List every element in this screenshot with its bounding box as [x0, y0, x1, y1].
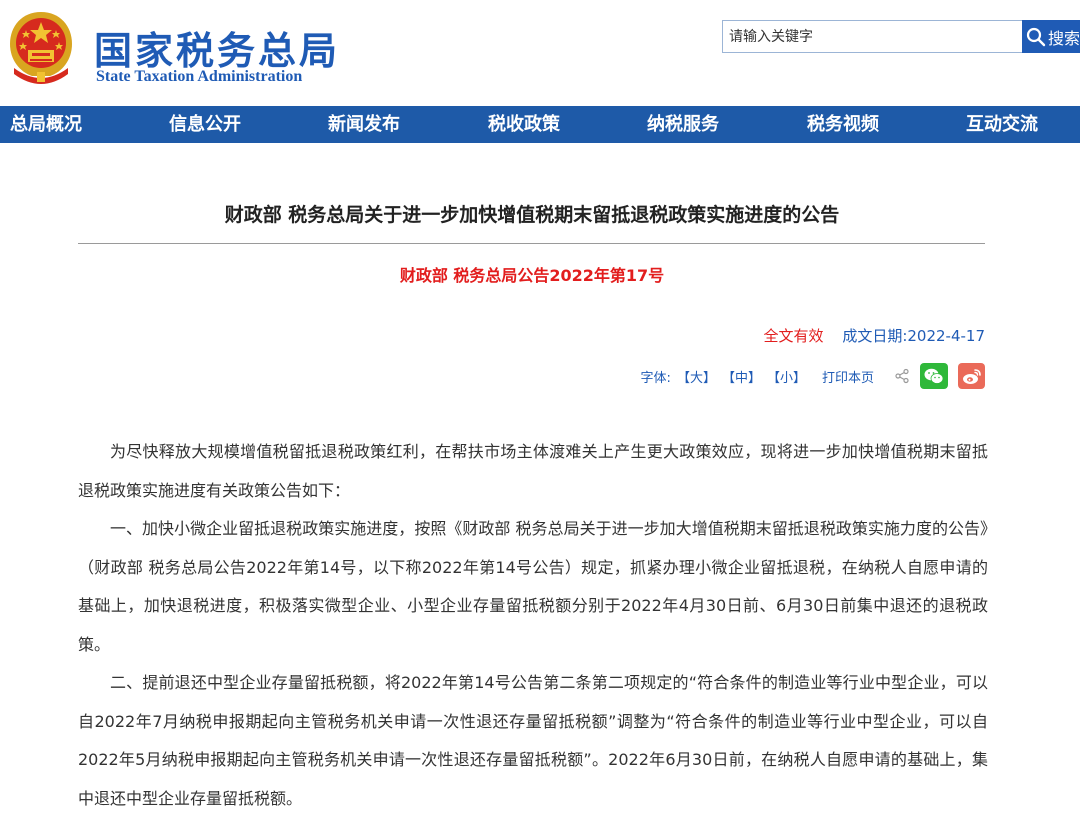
article-body: 为尽快释放大规模增值税留抵退税政策红利，在帮扶市场主体渡难关上产生更大政策效应，…: [78, 433, 988, 818]
search-input[interactable]: [722, 20, 1022, 53]
print-page-button[interactable]: 打印本页: [822, 367, 874, 386]
issue-date: 成文日期:2022-4-17: [842, 327, 985, 345]
font-size-label: 字体:: [640, 370, 671, 386]
share-icon[interactable]: [894, 368, 910, 384]
nav-item-interaction[interactable]: 互动交流: [966, 106, 1038, 143]
search-icon: [1026, 27, 1046, 46]
validity-status: 全文有效: [763, 327, 824, 345]
font-size-large-button[interactable]: 【大】: [677, 367, 716, 386]
main-nav: 总局概况 信息公开 新闻发布 税收政策 纳税服务 税务视频 互动交流: [0, 106, 1080, 143]
site-logo-subtitle[interactable]: State Taxation Administration: [96, 68, 302, 86]
font-size-small-button[interactable]: 【小】: [767, 367, 806, 386]
site-header: 国家税务总局 State Taxation Administration 搜索: [0, 0, 1080, 103]
nav-item-tax-video[interactable]: 税务视频: [807, 106, 879, 143]
nav-item-tax-policy[interactable]: 税收政策: [488, 106, 560, 143]
article-paragraph: 为尽快释放大规模增值税留抵退税政策红利，在帮扶市场主体渡难关上产生更大政策效应，…: [78, 442, 988, 500]
article-paragraph: 一、加快小微企业留抵退税政策实施进度，按照《财政部 税务总局关于进一步加大增值税…: [78, 519, 988, 654]
nav-item-info-disclosure[interactable]: 信息公开: [169, 106, 241, 143]
wechat-icon[interactable]: [920, 363, 948, 389]
nav-item-taxpayer-service[interactable]: 纳税服务: [647, 106, 719, 143]
article-paragraph: 二、提前退还中型企业存量留抵税额，将2022年第14号公告第二条第二项规定的“符…: [78, 673, 988, 808]
font-size-medium-button[interactable]: 【中】: [722, 367, 761, 386]
search-button-label: 搜索: [1048, 28, 1080, 48]
search-button[interactable]: 搜索: [1022, 20, 1080, 53]
article-tools: 字体: 【大】 【中】 【小】 打印本页: [641, 362, 985, 390]
title-divider: [78, 243, 985, 244]
site-logo-title[interactable]: 国家税务总局: [94, 20, 340, 75]
article-meta: 全文有效 成文日期:2022-4-17: [764, 325, 985, 346]
weibo-icon[interactable]: [958, 363, 985, 389]
nav-item-news[interactable]: 新闻发布: [328, 106, 400, 143]
national-emblem-icon[interactable]: [6, 8, 76, 86]
article-title: 财政部 税务总局关于进一步加快增值税期末留抵退税政策实施进度的公告: [224, 204, 840, 226]
nav-item-overview[interactable]: 总局概况: [10, 106, 82, 143]
document-number: 财政部 税务总局公告2022年第17号: [399, 266, 665, 285]
